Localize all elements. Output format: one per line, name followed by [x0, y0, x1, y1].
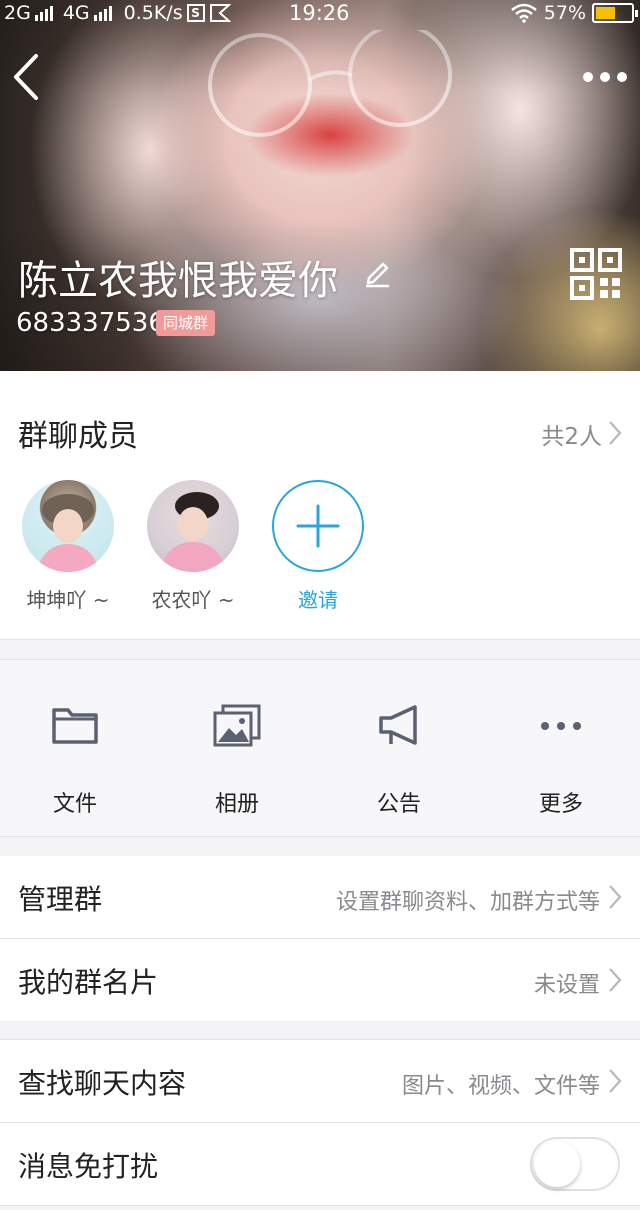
avatar-figure-shape: [159, 492, 227, 572]
back-icon[interactable]: [8, 52, 44, 102]
group-id: 683337536: [16, 308, 165, 338]
members-count-link[interactable]: 共2人: [541, 417, 602, 451]
member-avatar[interactable]: [22, 480, 114, 572]
members-title: 群聊成员: [18, 419, 138, 454]
search-chat-title: 查找聊天内容: [18, 1067, 187, 1100]
more-options-icon[interactable]: [582, 62, 628, 92]
chevron-right-icon: [609, 885, 622, 909]
members-chevron-right-icon[interactable]: [608, 420, 622, 446]
search-chat-value: 图片、视频、文件等: [401, 1074, 600, 1099]
folder-icon: [52, 708, 98, 744]
same-city-badge: 同城群: [156, 310, 216, 336]
member-item[interactable]: 坤坤吖 ~: [22, 480, 114, 613]
invite-member[interactable]: 邀请: [272, 480, 364, 613]
qr-code-icon[interactable]: [570, 248, 622, 300]
manage-group-value: 设置群聊资料、加群方式等: [335, 890, 600, 915]
action-announcement-label: 公告: [376, 792, 421, 817]
action-announcement[interactable]: 公告: [344, 660, 454, 838]
action-album[interactable]: 相册: [182, 660, 292, 838]
member-name: 坤坤吖 ~: [26, 588, 110, 612]
member-avatar[interactable]: [147, 480, 239, 572]
status-bar: 2G 4G 0.5K/s S 19:26 57%: [0, 0, 640, 26]
action-more-label: 更多: [538, 792, 583, 817]
network-4g-label: 4G: [62, 2, 90, 24]
edit-name-icon[interactable]: [363, 258, 391, 288]
status-right: 57%: [510, 0, 638, 26]
data-usage-icon: [209, 4, 231, 22]
album-icon: [213, 704, 261, 747]
status-time: 19:26: [289, 1, 350, 25]
action-more[interactable]: 更多: [506, 660, 616, 838]
manage-group-title: 管理群: [18, 883, 103, 916]
manage-group-row[interactable]: 管理群 设置群聊资料、加群方式等: [0, 856, 640, 938]
action-album-label: 相册: [214, 792, 259, 817]
member-item[interactable]: 农农吖 ~: [147, 480, 239, 613]
divider: [0, 1205, 640, 1206]
my-group-card-title: 我的群名片: [18, 966, 159, 999]
chevron-right-icon: [609, 1069, 622, 1093]
my-group-card-row[interactable]: 我的群名片 未设置: [0, 939, 640, 1021]
battery-icon: [592, 3, 638, 23]
battery-level-fill: [596, 7, 615, 19]
wifi-icon: [510, 3, 537, 23]
status-left: 2G 4G 0.5K/s S: [4, 0, 231, 26]
my-group-card-value: 未设置: [533, 973, 600, 998]
mute-row: 消息免打扰: [0, 1123, 640, 1205]
plus-icon: [296, 504, 340, 548]
group-name: 陈立农我恨我爱你: [18, 258, 338, 304]
action-files-label: 文件: [52, 792, 97, 817]
network-2g-label: 2G: [4, 2, 31, 24]
quick-actions: 文件 相册 公告 更多: [0, 659, 640, 837]
invite-label: 邀请: [298, 588, 338, 612]
avatar-figure-shape: [36, 494, 100, 572]
battery-percent: 57%: [543, 2, 586, 24]
toggle-knob: [534, 1141, 580, 1187]
invite-button[interactable]: [272, 480, 364, 572]
mute-title: 消息免打扰: [18, 1150, 159, 1183]
signal-icon: [34, 5, 53, 21]
signal-icon-2: [93, 5, 112, 21]
mute-toggle[interactable]: [530, 1137, 620, 1191]
more-dots-icon: [541, 722, 581, 730]
megaphone-icon: [379, 705, 417, 745]
member-name: 农农吖 ~: [151, 588, 235, 612]
action-files[interactable]: 文件: [20, 660, 130, 838]
sim-s-icon: S: [186, 4, 205, 22]
network-speed: 0.5K/s: [123, 2, 183, 24]
chevron-right-icon: [609, 968, 622, 992]
search-chat-row[interactable]: 查找聊天内容 图片、视频、文件等: [0, 1040, 640, 1122]
members-section: 群聊成员 共2人 坤坤吖 ~ 农农吖 ~ 邀请: [0, 371, 640, 640]
